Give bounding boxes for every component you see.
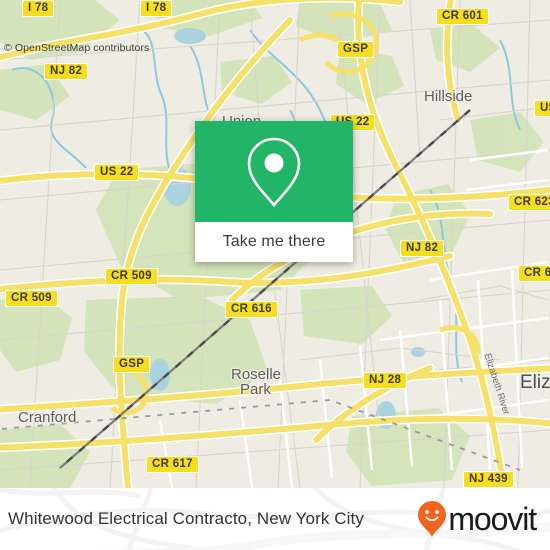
place-popup-card[interactable]: Take me there	[195, 121, 353, 262]
place-label-cranford: Cranford	[18, 409, 77, 426]
road-shield[interactable]: CR 616	[225, 301, 278, 318]
take-me-there-label: Take me there	[222, 233, 326, 250]
place-label-hillside: Hillside	[424, 88, 473, 105]
road-shield[interactable]: NJ 439	[463, 471, 514, 488]
road-shield[interactable]: CR 62	[518, 265, 550, 282]
road-shield[interactable]: NJ 82	[400, 240, 445, 257]
map-canvas[interactable]: © OpenStreetMap contributors I 78 I 78 C…	[0, 0, 550, 488]
road-shield[interactable]: NJ 28	[363, 372, 408, 389]
map-pin-icon	[247, 137, 301, 207]
road-shield[interactable]: I 78	[22, 0, 55, 17]
road-shield[interactable]: CR 623	[508, 194, 550, 211]
moovit-logo[interactable]: moovit	[417, 500, 537, 538]
road-shield[interactable]: I 78	[140, 0, 173, 17]
place-title: Whitewood Electrical Contracto, New York…	[8, 509, 364, 528]
popup-header	[195, 121, 353, 222]
take-me-there-button[interactable]: Take me there	[195, 222, 353, 262]
road-shield[interactable]: GSP	[113, 356, 151, 373]
road-shield[interactable]: US 22	[534, 100, 550, 117]
moovit-place-card: © OpenStreetMap contributors I 78 I 78 C…	[0, 0, 550, 550]
road-shield[interactable]: CR 509	[5, 290, 58, 307]
road-shield[interactable]: NJ 82	[44, 63, 89, 80]
footer-bar: Whitewood Electrical Contracto, New York…	[0, 488, 550, 550]
moovit-pin-icon	[418, 501, 447, 537]
place-label-elizabeth: Eliza	[520, 372, 550, 393]
road-shield[interactable]: CR 509	[105, 268, 158, 285]
road-shield[interactable]: CR 617	[146, 456, 199, 473]
road-shield[interactable]: GSP	[337, 41, 375, 58]
road-shield[interactable]: CR 601	[436, 8, 489, 25]
road-shield[interactable]: US 22	[94, 164, 140, 181]
place-label-roselle-park: Park	[240, 381, 271, 398]
osm-attribution: © OpenStreetMap contributors	[4, 42, 150, 54]
moovit-wordmark: moovit	[448, 501, 537, 537]
